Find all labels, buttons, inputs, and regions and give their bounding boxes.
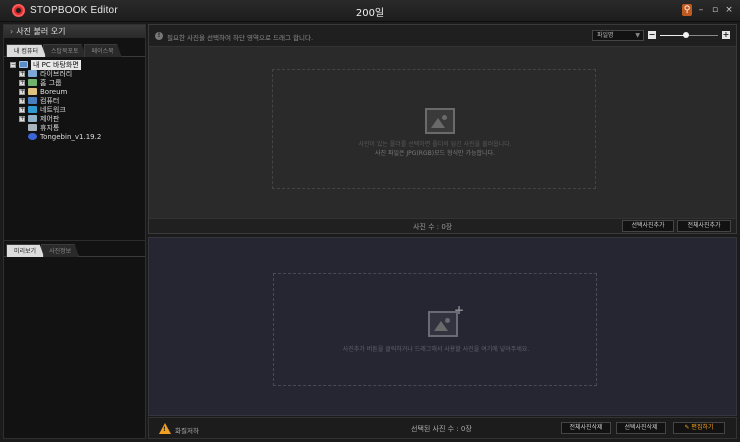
zoom-handle[interactable] (683, 32, 690, 38)
add-selected-photos-button[interactable]: 선택사진추가 (622, 220, 674, 232)
expand-icon[interactable]: + (19, 70, 25, 77)
status-bar: ! 화질저하 선택된 사진 수 : 0장 전체사진삭제 선택사진삭제 ✎ 편집하… (148, 417, 737, 439)
expand-icon[interactable]: + (19, 115, 25, 122)
preview-tabs: 미리보기 사진정보 (4, 244, 145, 257)
expand-icon[interactable]: + (19, 97, 25, 104)
warning-mark: ! (163, 426, 166, 433)
user-folder-icon (28, 88, 37, 95)
tree-item-label: Boreum (40, 87, 68, 96)
chevron-right-icon: › (10, 27, 14, 36)
drop-hint-text: 사진이 있는 폴더를 선택하면 폴더의 담긴 사진을 불러옵니다. (358, 141, 512, 148)
image-placeholder-icon (425, 108, 455, 134)
window-controls: ⚲ – ▫ × (682, 4, 734, 16)
left-panel: › 사진 불러 오기 내 컴퓨터 스탑북포토 페이스북 − 내 PC 바탕화면 +… (3, 24, 146, 439)
tree-item-tongebin[interactable]: Tongebin_v1.19.2 (19, 132, 145, 141)
zoom-out-button[interactable]: − (648, 31, 656, 39)
computer-icon (28, 97, 37, 104)
tree-item-boreum[interactable]: + Boreum (19, 87, 145, 96)
tree-item-library[interactable]: + 라이브러리 (19, 69, 145, 78)
tree-item-desktop[interactable]: − 내 PC 바탕화면 (10, 59, 145, 70)
tab-my-computer[interactable]: 내 컴퓨터 (6, 44, 46, 57)
tree-item-control-panel[interactable]: + 제어판 (19, 114, 145, 123)
sort-select[interactable]: 파일명 ▼ (592, 30, 644, 41)
network-icon (28, 106, 37, 113)
source-tabs: 내 컴퓨터 스탑북포토 페이스북 (4, 44, 145, 57)
control-panel-icon (28, 115, 37, 122)
tab-facebook[interactable]: 페이스북 (83, 44, 122, 57)
delete-selected-photos-button[interactable]: 선택사진삭제 (616, 422, 666, 434)
photo-import-header[interactable]: › 사진 불러 오기 (4, 25, 145, 38)
preview-panel: 미리보기 사진정보 (4, 240, 145, 438)
tree-item-recycle-bin[interactable]: 휴지통 (19, 123, 145, 132)
tree-item-label: 휴지통 (40, 123, 60, 132)
photo-import-title: 사진 불러 오기 (16, 27, 66, 36)
close-button[interactable]: × (724, 4, 734, 16)
browser-toolbar: ! 필요한 사진을 선택하여 하단 영역으로 드래그 합니다. 파일명 ▼ − … (149, 25, 736, 47)
title-bar: STOPBOOK Editor 200일 ⚲ – ▫ × (0, 0, 740, 22)
delete-all-photos-button[interactable]: 전체사진삭제 (561, 422, 611, 434)
folder-tree: − 내 PC 바탕화면 + 라이브러리 + 홈 그룹 + Boreum + 컴퓨… (4, 57, 145, 141)
add-all-photos-button[interactable]: 전체사진추가 (677, 220, 731, 232)
format-hint-text: 사진 파일은 JPG(RGB)모드 형식만 가능합니다. (375, 150, 495, 157)
collapse-icon[interactable]: − (10, 61, 16, 68)
photo-browser-panel: ! 필요한 사진을 선택하여 하단 영역으로 드래그 합니다. 파일명 ▼ − … (148, 24, 737, 234)
photo-drop-area[interactable]: 사진이 있는 폴더를 선택하면 폴더의 담긴 사진을 불러옵니다. 사진 파일은… (272, 69, 596, 189)
tree-item-network[interactable]: + 네트워크 (19, 105, 145, 114)
chevron-down-icon: ▼ (635, 32, 640, 39)
info-icon: ! (155, 32, 163, 40)
minimize-button[interactable]: – (696, 4, 706, 16)
edit-button[interactable]: ✎ 편집하기 (673, 422, 725, 434)
app-shortcut-icon (28, 133, 37, 140)
photo-count: 사진 수 : 0장 (413, 223, 453, 231)
tree-item-homegroup[interactable]: + 홈 그룹 (19, 78, 145, 87)
edit-button-label: 편집하기 (691, 424, 714, 431)
instruction-text: 필요한 사진을 선택하여 하단 영역으로 드래그 합니다. (167, 34, 314, 42)
recycle-bin-icon (28, 124, 37, 131)
sort-select-value: 파일명 (597, 32, 614, 39)
tab-photo-info[interactable]: 사진정보 (41, 244, 80, 257)
pin-icon[interactable]: ⚲ (682, 4, 692, 16)
drop-hint-text: 사진추가 버튼을 클릭하거나 드래그해서 사용할 사진을 여기에 넣어주세요. (342, 346, 530, 353)
selected-photos-drop-area[interactable]: + 사진추가 버튼을 클릭하거나 드래그해서 사용할 사진을 여기에 넣어주세요… (273, 273, 597, 386)
library-icon (28, 70, 37, 77)
tree-item-computer[interactable]: + 컴퓨터 (19, 96, 145, 105)
zoom-in-button[interactable]: + (722, 31, 730, 39)
selected-photo-count: 선택된 사진 수 : 0장 (411, 425, 472, 433)
plus-icon: + (454, 303, 465, 317)
selected-photos-panel: + 사진추가 버튼을 클릭하거나 드래그해서 사용할 사진을 여기에 넣어주세요… (148, 237, 737, 416)
browser-footer: 사진 수 : 0장 선택사진추가 전체사진추가 (149, 218, 736, 233)
desktop-icon (19, 61, 28, 68)
tree-item-label: 홈 그룹 (40, 78, 62, 87)
tab-stopbook-photo[interactable]: 스탑북포토 (43, 44, 87, 57)
expand-icon[interactable]: + (19, 79, 25, 86)
expand-icon[interactable]: + (19, 106, 25, 113)
tree-item-label: Tongebin_v1.19.2 (40, 132, 102, 141)
quality-warning-text: 화질저하 (175, 427, 199, 435)
homegroup-icon (28, 79, 37, 86)
restore-button[interactable]: ▫ (710, 4, 720, 16)
expand-icon[interactable]: + (19, 88, 25, 95)
tab-preview[interactable]: 미리보기 (6, 244, 45, 257)
window-title: 200일 (355, 8, 385, 19)
zoom-slider[interactable]: − + (648, 30, 730, 41)
